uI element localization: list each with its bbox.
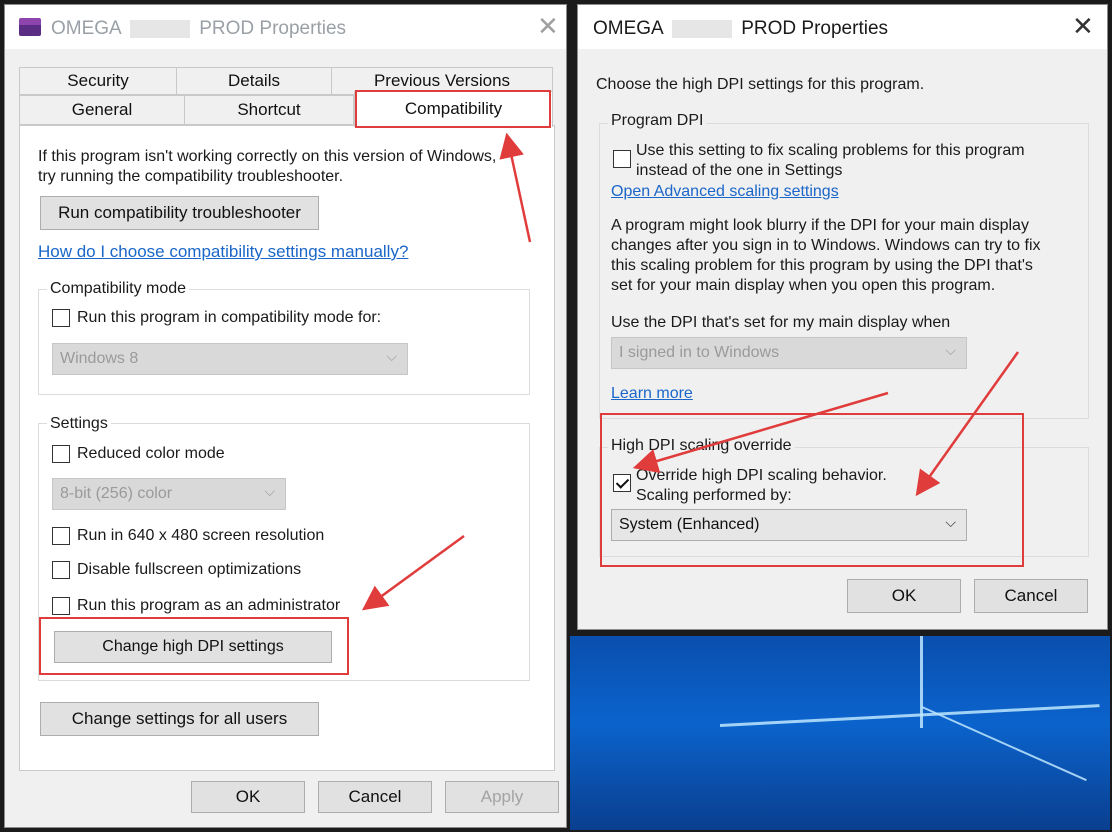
annotation-arrows <box>361 132 1020 611</box>
annotation-arrow <box>499 132 532 243</box>
annotation-arrow <box>915 351 1020 497</box>
annotation-arrow <box>361 534 465 611</box>
annotation-arrow <box>632 391 889 474</box>
